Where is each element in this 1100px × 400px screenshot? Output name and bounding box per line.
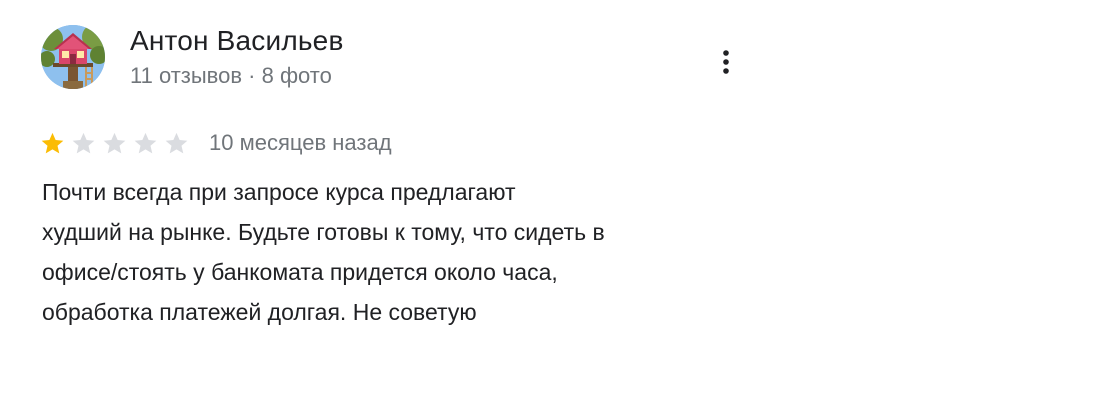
review-card: Антон Васильев 11 отзывов · 8 фото 10 ме… — [0, 0, 1100, 400]
rating-row: 10 месяцев назад — [40, 127, 392, 159]
star-empty-icon — [103, 132, 126, 153]
author-meta[interactable]: 11 отзывов · 8 фото — [130, 61, 332, 91]
author-name[interactable]: Антон Васильев — [130, 23, 344, 59]
author-avatar[interactable] — [41, 25, 105, 89]
star-rating — [40, 131, 195, 156]
review-text: Почти всегда при запросе курса предлагаю… — [42, 179, 605, 325]
star-empty-icon — [72, 132, 95, 153]
star-empty-icon — [134, 132, 157, 153]
star-filled-icon — [41, 132, 64, 153]
review-date: 10 месяцев назад — [209, 130, 392, 155]
more-vert-icon — [723, 50, 729, 74]
star-empty-icon — [165, 132, 188, 153]
treehouse-avatar-icon — [41, 25, 105, 89]
more-options-button[interactable] — [704, 40, 748, 84]
